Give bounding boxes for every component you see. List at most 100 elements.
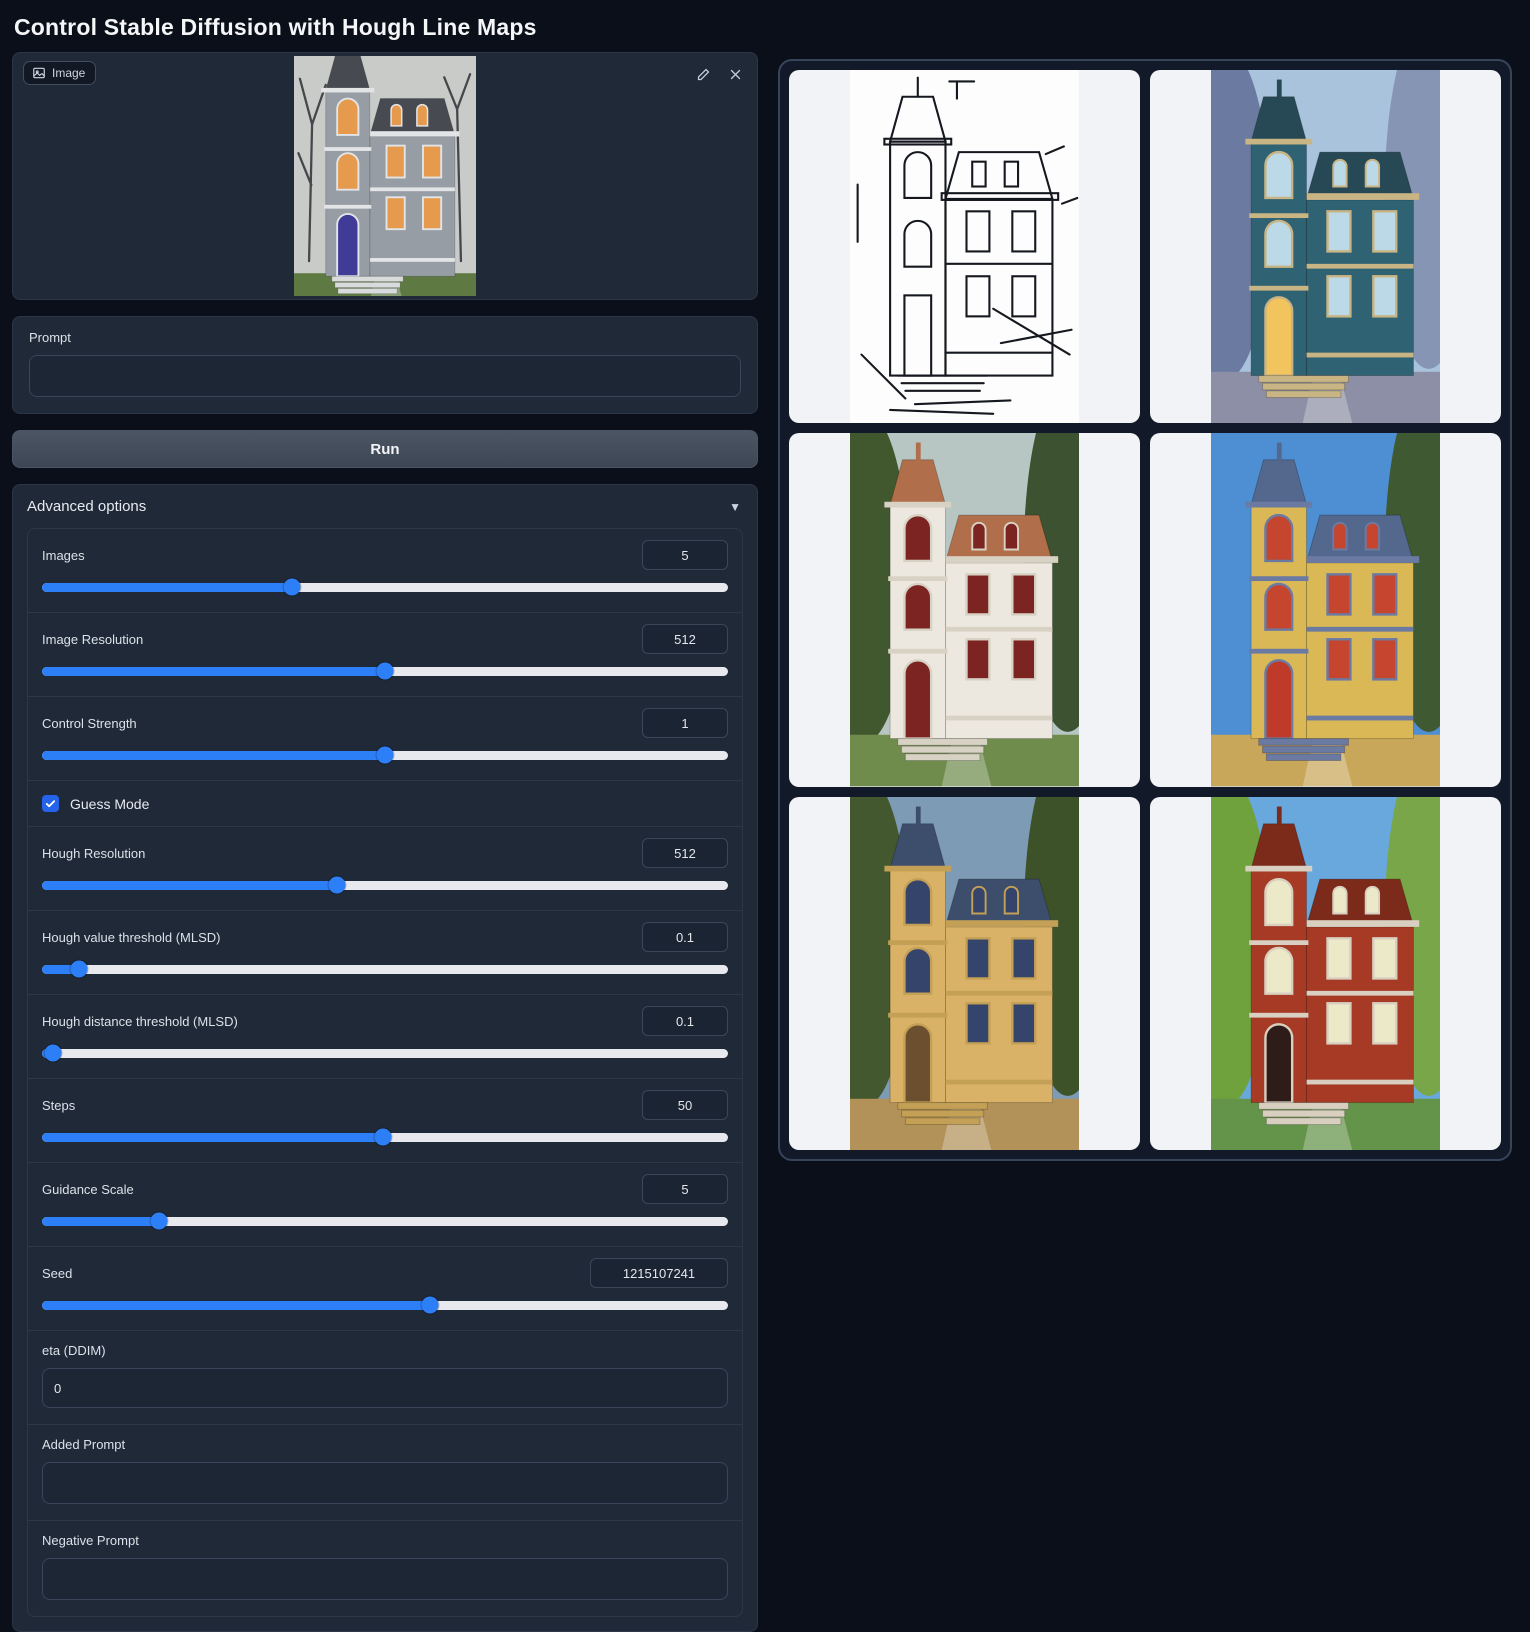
gallery-item-generated-house-teal[interactable] xyxy=(1150,70,1501,423)
advanced-options-header[interactable]: Advanced options ▼ xyxy=(27,498,743,515)
slider-label-images: Images xyxy=(42,548,85,563)
textarea-added-prompt[interactable] xyxy=(42,1462,728,1504)
close-icon xyxy=(728,67,743,82)
slider-row-hough-distance-threshold-mlsd: Hough distance threshold (MLSD) xyxy=(28,995,742,1079)
run-button[interactable]: Run xyxy=(12,430,758,468)
slider-track[interactable] xyxy=(42,1049,728,1058)
number-input-control-strength[interactable] xyxy=(642,708,728,738)
prompt-label: Prompt xyxy=(29,330,741,345)
number-input-hough-value-threshold-mlsd[interactable] xyxy=(642,922,728,952)
text-input-eta-ddim[interactable] xyxy=(42,1368,728,1408)
slider-row-steps: Steps xyxy=(28,1079,742,1163)
field-label-negative-prompt: Negative Prompt xyxy=(42,1533,728,1548)
field-row-added-prompt: Added Prompt xyxy=(28,1425,742,1521)
slider-handle[interactable] xyxy=(421,1297,438,1314)
gallery-item-generated-house-golden[interactable] xyxy=(789,797,1140,1150)
number-input-hough-resolution[interactable] xyxy=(642,838,728,868)
slider-handle[interactable] xyxy=(284,579,301,596)
slider-label-hough-distance-threshold-mlsd: Hough distance threshold (MLSD) xyxy=(42,1014,238,1029)
number-input-steps[interactable] xyxy=(642,1090,728,1120)
slider-fill xyxy=(42,751,385,760)
pencil-icon xyxy=(696,67,711,82)
slider-steps xyxy=(42,1129,728,1147)
slider-handle[interactable] xyxy=(377,663,394,680)
slider-row-image-resolution: Image Resolution xyxy=(28,613,742,697)
number-input-guidance-scale[interactable] xyxy=(642,1174,728,1204)
gallery-item-generated-house-red[interactable] xyxy=(1150,797,1501,1150)
gallery-image-generated-house-white xyxy=(850,433,1079,786)
slider-fill xyxy=(42,583,292,592)
slider-guidance-scale xyxy=(42,1213,728,1231)
slider-label-hough-resolution: Hough Resolution xyxy=(42,846,145,861)
field-label-eta-ddim: eta (DDIM) xyxy=(42,1343,728,1358)
gallery-image-generated-house-red xyxy=(1211,797,1440,1150)
gallery-image-generated-house-teal xyxy=(1211,70,1440,423)
slider-images xyxy=(42,579,728,597)
slider-image-resolution xyxy=(42,663,728,681)
slider-seed xyxy=(42,1297,728,1315)
gallery-item-generated-house-yellow[interactable] xyxy=(1150,433,1501,786)
advanced-options-label: Advanced options xyxy=(27,498,146,515)
slider-handle[interactable] xyxy=(328,877,345,894)
slider-fill xyxy=(42,1133,383,1142)
slider-row-seed: Seed xyxy=(28,1247,742,1331)
page-title: Control Stable Diffusion with Hough Line… xyxy=(14,14,1530,41)
gallery-image-hough-line-map xyxy=(850,70,1079,423)
right-column xyxy=(778,52,1512,1161)
image-icon xyxy=(32,66,46,80)
main-layout: Image Prompt Run xyxy=(0,52,1530,1632)
left-column: Image Prompt Run xyxy=(12,52,758,1632)
number-input-images[interactable] xyxy=(642,540,728,570)
slider-label-steps: Steps xyxy=(42,1098,75,1113)
slider-label-seed: Seed xyxy=(42,1266,72,1281)
slider-label-guidance-scale: Guidance Scale xyxy=(42,1182,134,1197)
gallery-item-hough-line-map[interactable] xyxy=(789,70,1140,423)
number-input-seed[interactable] xyxy=(590,1258,728,1288)
check-icon xyxy=(45,798,56,809)
slider-hough-resolution xyxy=(42,877,728,895)
number-input-hough-distance-threshold-mlsd[interactable] xyxy=(642,1006,728,1036)
image-label-badge: Image xyxy=(23,61,96,85)
field-row-eta-ddim: eta (DDIM) xyxy=(28,1331,742,1425)
slider-handle[interactable] xyxy=(44,1045,61,1062)
slider-handle[interactable] xyxy=(374,1129,391,1146)
textarea-negative-prompt[interactable] xyxy=(42,1558,728,1600)
advanced-options-form: Images Image Resolution Control Strength xyxy=(27,528,743,1617)
slider-hough-value-threshold-mlsd xyxy=(42,961,728,979)
slider-row-hough-resolution: Hough Resolution xyxy=(28,827,742,911)
advanced-options-accordion: Advanced options ▼ Images Image Resoluti… xyxy=(12,484,758,1632)
slider-control-strength xyxy=(42,747,728,765)
slider-row-control-strength: Control Strength xyxy=(28,697,742,781)
prompt-input[interactable] xyxy=(29,355,741,397)
checkbox-label-guess-mode[interactable]: Guess Mode xyxy=(70,796,149,812)
chevron-down-icon[interactable]: ▼ xyxy=(729,500,741,514)
slider-handle[interactable] xyxy=(71,961,88,978)
checkbox-guess-mode[interactable] xyxy=(42,795,59,812)
gallery-image-generated-house-golden xyxy=(850,797,1079,1150)
slider-fill xyxy=(42,881,337,890)
slider-track[interactable] xyxy=(42,965,728,974)
slider-fill xyxy=(42,667,385,676)
slider-row-guidance-scale: Guidance Scale xyxy=(28,1163,742,1247)
checkbox-row-guess-mode: Guess Mode xyxy=(28,781,742,827)
slider-label-control-strength: Control Strength xyxy=(42,716,137,731)
slider-hough-distance-threshold-mlsd xyxy=(42,1045,728,1063)
slider-label-image-resolution: Image Resolution xyxy=(42,632,143,647)
slider-fill xyxy=(42,1301,430,1310)
field-row-negative-prompt: Negative Prompt xyxy=(28,1521,742,1616)
slider-handle[interactable] xyxy=(150,1213,167,1230)
number-input-image-resolution[interactable] xyxy=(642,624,728,654)
input-image-component[interactable]: Image xyxy=(12,52,758,300)
gallery-image-generated-house-yellow xyxy=(1211,433,1440,786)
uploaded-image-preview[interactable] xyxy=(13,53,757,299)
prompt-block: Prompt xyxy=(12,316,758,414)
slider-handle[interactable] xyxy=(377,747,394,764)
slider-row-images: Images xyxy=(28,529,742,613)
image-label: Image xyxy=(52,66,85,80)
slider-row-hough-value-threshold-mlsd: Hough value threshold (MLSD) xyxy=(28,911,742,995)
gallery-item-generated-house-white[interactable] xyxy=(789,433,1140,786)
edit-image-button[interactable] xyxy=(691,62,715,86)
clear-image-button[interactable] xyxy=(723,62,747,86)
field-label-added-prompt: Added Prompt xyxy=(42,1437,728,1452)
result-gallery xyxy=(778,59,1512,1161)
